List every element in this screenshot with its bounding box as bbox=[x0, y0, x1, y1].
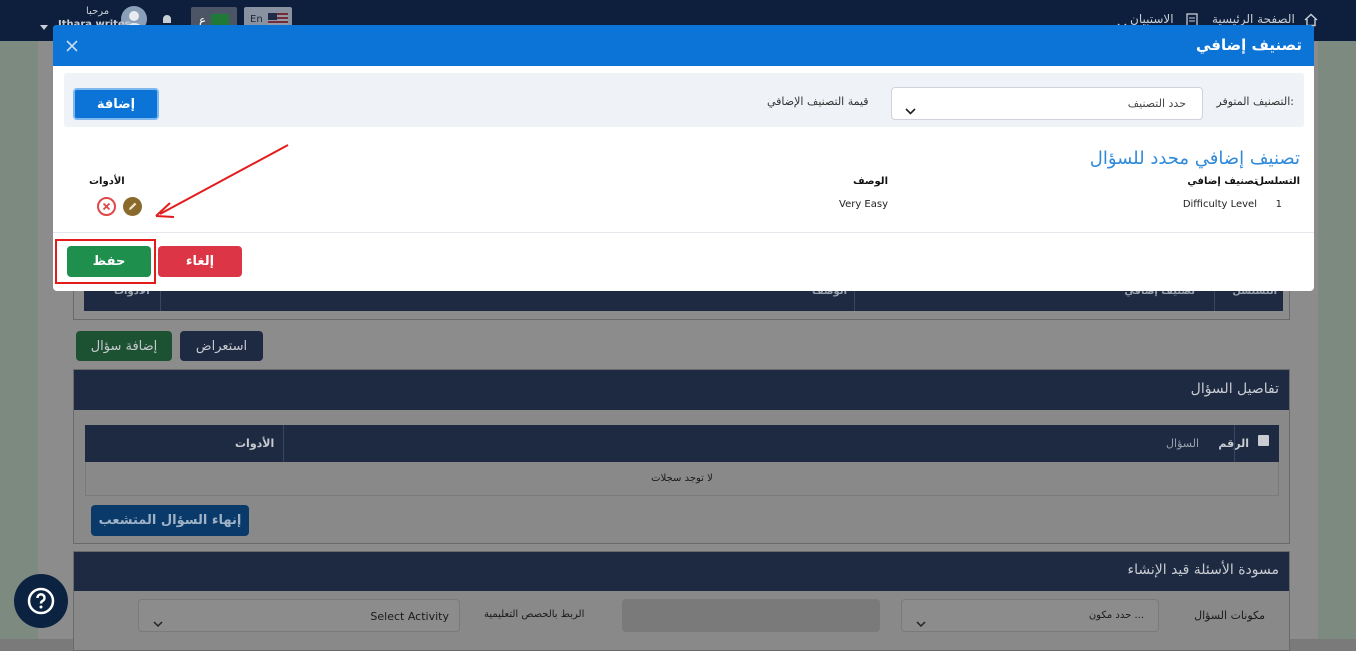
annotation-arrow bbox=[155, 144, 289, 218]
